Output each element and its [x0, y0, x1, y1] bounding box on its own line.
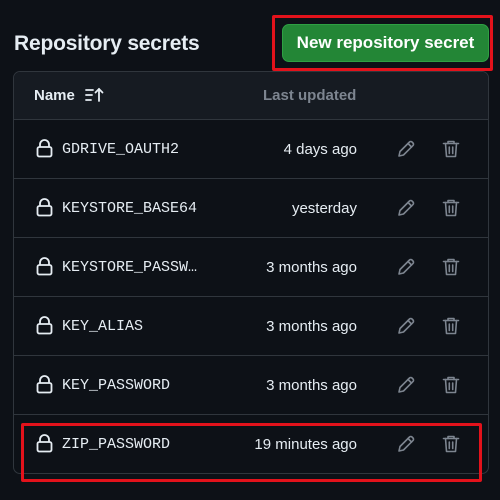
- table-header: Name Last updated: [14, 72, 488, 120]
- trash-icon[interactable]: [442, 139, 460, 164]
- pencil-icon[interactable]: [396, 375, 416, 400]
- table-row: KEYSTORE_PASSW… 3 months ago: [14, 238, 488, 297]
- lock-icon: [36, 316, 53, 340]
- table-row: KEY_ALIAS 3 months ago: [14, 297, 488, 356]
- new-repository-secret-button[interactable]: New repository secret: [282, 24, 489, 62]
- pencil-icon[interactable]: [396, 316, 416, 341]
- table-row: KEY_PASSWORD 3 months ago: [14, 356, 488, 415]
- last-updated: 3 months ago: [266, 318, 357, 335]
- lock-icon: [36, 375, 53, 399]
- table-row: KEYSTORE_BASE64 yesterday: [14, 179, 488, 238]
- sort-ascending-icon[interactable]: [85, 87, 105, 108]
- secret-name: KEYSTORE_PASSW…: [62, 259, 198, 276]
- column-header-name[interactable]: Name: [34, 87, 75, 104]
- secret-name: KEYSTORE_BASE64: [62, 200, 198, 217]
- trash-icon[interactable]: [442, 198, 460, 223]
- trash-icon[interactable]: [442, 257, 460, 282]
- trash-icon[interactable]: [442, 316, 460, 341]
- lock-icon: [36, 139, 53, 163]
- table-row: GDRIVE_OAUTH2 4 days ago: [14, 120, 488, 179]
- lock-icon: [36, 198, 53, 222]
- page-title: Repository secrets: [14, 32, 200, 55]
- pencil-icon[interactable]: [396, 198, 416, 223]
- secret-name: KEY_PASSWORD: [62, 377, 171, 394]
- secret-name: KEY_ALIAS: [62, 318, 144, 335]
- last-updated: yesterday: [291, 200, 357, 217]
- secret-name: GDRIVE_OAUTH2: [62, 141, 180, 158]
- highlight-box: [21, 423, 482, 482]
- column-header-last-updated: Last updated: [263, 87, 357, 104]
- table-body: GDRIVE_OAUTH2 4 days ago KEYSTORE_BASE64…: [14, 120, 488, 473]
- pencil-icon[interactable]: [396, 257, 416, 282]
- lock-icon: [36, 257, 53, 281]
- last-updated: 4 days ago: [283, 141, 357, 158]
- secrets-table: Name Last updated GDRIVE_OAUTH2 4 days a…: [13, 71, 489, 474]
- last-updated: 3 months ago: [266, 377, 357, 394]
- trash-icon[interactable]: [442, 375, 460, 400]
- last-updated: 3 months ago: [266, 259, 357, 276]
- pencil-icon[interactable]: [396, 139, 416, 164]
